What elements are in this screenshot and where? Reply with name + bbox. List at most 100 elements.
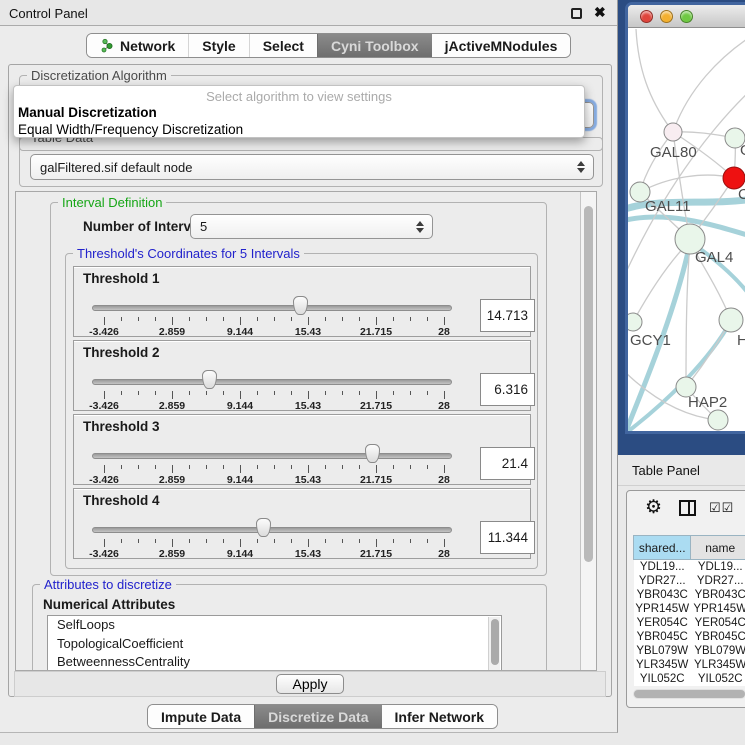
select-columns-checkboxes-icon[interactable]: ☑☑: [709, 500, 734, 516]
tab-infer-network[interactable]: Infer Network: [382, 705, 497, 728]
slider-tick-label: 9.144: [218, 400, 262, 412]
minimize-traffic-light-icon[interactable]: [660, 10, 673, 23]
settings-vertical-scrollbar[interactable]: [580, 192, 596, 670]
zoom-traffic-light-icon[interactable]: [680, 10, 693, 23]
table-cell[interactable]: YDR27...: [691, 574, 745, 588]
threshold-value-field[interactable]: 21.4: [480, 447, 535, 480]
table-row[interactable]: YBL079WYBL079W: [634, 644, 745, 658]
table-cell[interactable]: YDR27...: [634, 574, 691, 588]
table-cell[interactable]: YIL052C: [634, 672, 691, 686]
slider-thumb[interactable]: [202, 370, 217, 389]
table-cell[interactable]: YDL19...: [634, 560, 691, 574]
network-node[interactable]: [708, 410, 728, 430]
network-node[interactable]: [719, 308, 743, 332]
table-cell[interactable]: YLR345W: [691, 658, 745, 672]
column-header-shared-name[interactable]: shared...: [634, 536, 691, 560]
algorithm-dropdown-popup: Select algorithm to view settings Manual…: [13, 85, 585, 138]
network-edge[interactable]: [636, 29, 673, 132]
float-window-icon[interactable]: [571, 8, 582, 19]
table-row[interactable]: YPR145WYPR145W: [634, 602, 745, 616]
table-data-combobox[interactable]: galFiltered.sif default node: [30, 154, 594, 180]
table-cell[interactable]: YBR043C: [634, 588, 691, 602]
table-cell[interactable]: YLR345W: [634, 658, 691, 672]
network-edge[interactable]: [673, 37, 745, 132]
combo-stepper-icon: [577, 161, 585, 173]
network-node[interactable]: [628, 313, 642, 331]
network-node[interactable]: [664, 123, 682, 141]
apply-button[interactable]: Apply: [276, 674, 343, 694]
slider-thumb[interactable]: [293, 296, 308, 315]
number-of-intervals-combobox[interactable]: 5: [190, 214, 433, 239]
tab-cyni-toolbox[interactable]: Cyni Toolbox: [317, 34, 432, 57]
slider-track[interactable]: [92, 453, 452, 459]
table-cell[interactable]: YBR045C: [691, 630, 745, 644]
threshold-box-2: Threshold 2-3.4262.8599.14415.4321.71528…: [73, 340, 531, 411]
table-cell[interactable]: YIL052C: [691, 672, 745, 686]
slider-thumb[interactable]: [365, 444, 380, 463]
table-cell[interactable]: YBL079W: [691, 644, 745, 658]
table-data-group: Table Data galFiltered.sif default node: [19, 137, 603, 187]
threshold-value-field[interactable]: 14.713: [480, 299, 535, 332]
network-node-label: GCY1: [630, 332, 671, 349]
attribute-list-item[interactable]: SelfLoops: [48, 616, 501, 635]
settings-scrollpane: Interval Definition Number of Intervals …: [15, 191, 597, 671]
slider-tick: [172, 317, 173, 325]
close-window-icon[interactable]: ✖: [594, 4, 606, 21]
slider-track[interactable]: [92, 379, 452, 385]
control-panel-titlebar: Control Panel ✖: [0, 0, 617, 26]
slider-tick: [240, 465, 241, 473]
threshold-label: Threshold 1: [83, 271, 160, 286]
threshold-value-field[interactable]: 11.344: [480, 521, 535, 554]
slider-track[interactable]: [92, 527, 452, 533]
attributes-list-scrollbar[interactable]: [488, 617, 500, 671]
slider-tick-label: 21.715: [354, 548, 398, 560]
table-cell[interactable]: YBL079W: [634, 644, 691, 658]
table-row[interactable]: YDL19...YDL19...: [634, 560, 745, 574]
table-cell[interactable]: YPR145W: [691, 602, 745, 616]
tab-network[interactable]: Network: [87, 34, 188, 57]
scrollbar-thumb[interactable]: [491, 619, 499, 665]
slider-tick: [376, 465, 377, 473]
slider-tick: [223, 539, 224, 543]
columns-icon[interactable]: [679, 500, 696, 516]
table-horizontal-scrollbar[interactable]: [633, 689, 745, 699]
attributes-group-label: Attributes to discretize: [40, 577, 176, 592]
cyni-bottom-tabs: Impute DataDiscretize DataInfer Network: [147, 704, 498, 729]
gear-icon[interactable]: ⚙: [645, 498, 662, 517]
column-header-name[interactable]: name: [691, 536, 745, 560]
table-row[interactable]: YLR345WYLR345W: [634, 658, 745, 672]
table-row[interactable]: YBR045CYBR045C: [634, 630, 745, 644]
attribute-list-item[interactable]: TopologicalCoefficient: [48, 635, 501, 654]
table-cell[interactable]: YER054C: [691, 616, 745, 630]
network-edge[interactable]: [640, 175, 734, 192]
scrollbar-thumb[interactable]: [584, 206, 593, 562]
slider-tick-label: 9.144: [218, 474, 262, 486]
threshold-value-field[interactable]: 6.316: [480, 373, 535, 406]
table-row[interactable]: YER054CYER054C: [634, 616, 745, 630]
attribute-list-item[interactable]: BetweennessCentrality: [48, 653, 501, 671]
tab-impute-data[interactable]: Impute Data: [148, 705, 254, 728]
table-cell[interactable]: YBR043C: [691, 588, 745, 602]
tab-discretize-data[interactable]: Discretize Data: [254, 705, 381, 728]
table-cell[interactable]: YER054C: [634, 616, 691, 630]
tab-select[interactable]: Select: [249, 34, 317, 57]
tab-style[interactable]: Style: [188, 34, 248, 57]
window-title: Control Panel: [9, 6, 88, 21]
tab-jactivemnodules[interactable]: jActiveMNodules: [432, 34, 571, 57]
discretization-algorithm-label: Discretization Algorithm: [27, 68, 171, 83]
table-cell[interactable]: YPR145W: [634, 602, 691, 616]
table-panel-toolbar: ⚙ ☑☑: [627, 491, 745, 529]
slider-track[interactable]: [92, 305, 452, 311]
table-row[interactable]: YBR043CYBR043C: [634, 588, 745, 602]
slider-thumb[interactable]: [256, 518, 271, 537]
slider-tick-label: 2.859: [150, 548, 194, 560]
network-canvas[interactable]: GAL80GACGAL11GAL4GCY1HHAP2: [628, 29, 745, 434]
table-row[interactable]: YDR27...YDR27...: [634, 574, 745, 588]
scrollbar-thumb[interactable]: [634, 690, 745, 698]
close-traffic-light-icon[interactable]: [640, 10, 653, 23]
dropdown-option-manual-discretization[interactable]: Manual Discretization: [18, 105, 157, 120]
table-cell[interactable]: YBR045C: [634, 630, 691, 644]
table-row[interactable]: YIL052CYIL052C: [634, 672, 745, 686]
table-cell[interactable]: YDL19...: [691, 560, 745, 574]
dropdown-option-equal-width-frequency[interactable]: Equal Width/Frequency Discretization: [18, 122, 243, 137]
